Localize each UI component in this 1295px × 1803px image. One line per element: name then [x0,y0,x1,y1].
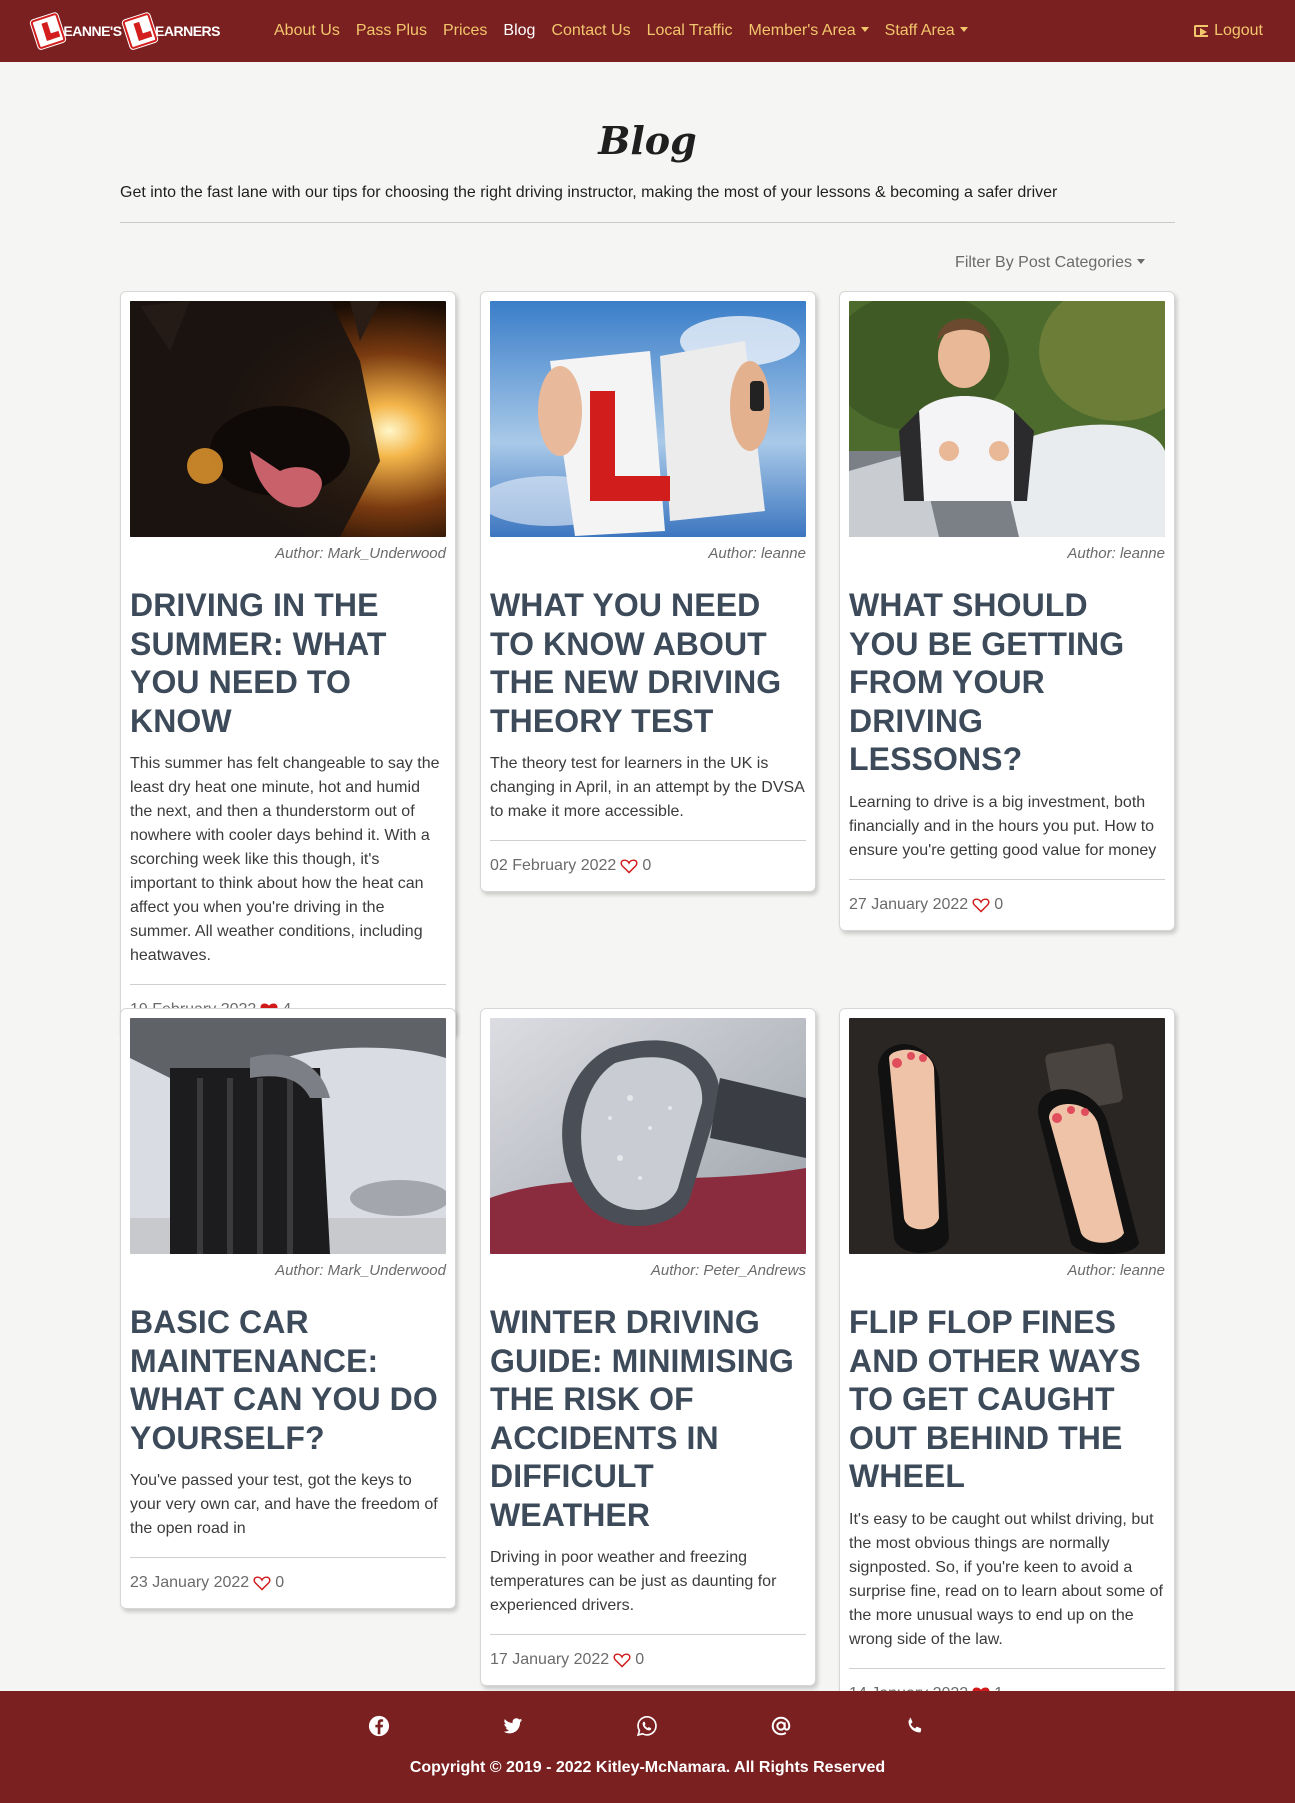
post-card[interactable]: Author: leanne WHAT SHOULD YOU BE GETTIN… [839,291,1175,931]
nav-staff-area-dropdown[interactable]: Staff Area [885,22,968,40]
post-likes: 0 [275,1574,285,1591]
post-likes: 0 [635,1651,645,1668]
post-author: Author: Peter_Andrews [650,1262,806,1279]
post-card[interactable]: Author: Peter_Andrews WINTER DRIVING GUI… [480,1008,816,1686]
post-title[interactable]: WHAT YOU NEED TO KNOW ABOUT THE NEW DRIV… [490,586,806,740]
teen-thumbs-up-photo[interactable] [849,301,1165,537]
flip-flops-pedal-photo[interactable] [849,1018,1165,1254]
post-meta: 02 February 2022 0 [490,841,806,891]
caret-down-icon [1137,259,1145,264]
post-excerpt: The theory test for learners in the UK i… [490,755,804,820]
post-card[interactable]: Author: leanne WHAT YOU NEED TO KNOW ABO… [480,291,816,892]
post-author: Author: Mark_Underwood [275,1262,446,1279]
page-title: Blog [598,118,697,163]
post-author: Author: leanne [708,545,806,562]
filter-categories-dropdown[interactable]: Filter By Post Categories [955,254,1145,272]
brand-word-2: EARNERS [155,23,220,39]
post-card[interactable]: Author: leanne FLIP FLOP FINES AND OTHER… [839,1008,1175,1720]
page-intro: Get into the fast lane with our tips for… [120,184,1058,201]
nav-local-traffic[interactable]: Local Traffic [647,22,733,40]
main-nav: About Us Pass Plus Prices Blog Contact U… [274,0,968,62]
post-title[interactable]: FLIP FLOP FINES AND OTHER WAYS TO GET CA… [849,1303,1165,1496]
whatsapp-icon[interactable] [636,1715,658,1737]
post-excerpt: Learning to drive is a big investment, b… [849,793,1157,859]
nav-pass-plus[interactable]: Pass Plus [356,22,427,40]
at-sign-email-icon[interactable] [770,1715,792,1737]
heart-outline-icon[interactable] [253,1575,271,1591]
sign-out-icon [1194,25,1209,37]
brand-logo[interactable]: EANNE'S EARNERS [30,12,224,50]
filter-label: Filter By Post Categories [955,254,1132,271]
post-date: 02 February 2022 [490,857,617,874]
post-excerpt: You've passed your test, got the keys to… [130,1472,438,1537]
caret-down-icon [959,27,968,32]
twitter-icon[interactable] [502,1715,524,1737]
phone-icon[interactable] [904,1715,926,1737]
nav-members-area-dropdown[interactable]: Member's Area [749,22,869,40]
heart-outline-icon[interactable] [972,897,990,913]
brand-word-1: EANNE'S [63,23,122,39]
header-divider [120,222,1175,223]
post-author: Author: leanne [1067,545,1165,562]
post-date: 17 January 2022 [490,1651,610,1668]
nav-staff-area-label: Staff Area [884,22,955,39]
post-excerpt: This summer has felt changeable to say t… [130,755,440,964]
post-meta: 27 January 2022 0 [849,880,1165,930]
post-date: 27 January 2022 [849,895,969,913]
logout-link[interactable]: Logout [1194,0,1263,62]
l-plate-icon [121,12,158,50]
post-title[interactable]: WHAT SHOULD YOU BE GETTING FROM YOUR DRI… [849,586,1165,779]
post-excerpt: It's easy to be caught out whilst drivin… [849,1510,1163,1648]
site-footer: Copyright © 2019 - 2022 Kitley-McNamara.… [0,1691,1295,1803]
nav-prices[interactable]: Prices [443,22,487,40]
l-plate-ripped-photo[interactable] [490,301,806,537]
post-title[interactable]: WINTER DRIVING GUIDE: MINIMISING THE RIS… [490,1303,806,1534]
facebook-icon[interactable] [368,1715,390,1737]
post-excerpt: Driving in poor weather and freezing tem… [490,1549,777,1614]
post-likes: 0 [642,857,652,874]
post-card[interactable]: Author: Mark_Underwood BASIC CAR MAINTEN… [120,1008,456,1609]
post-card[interactable]: Author: Mark_Underwood DRIVING IN THE SU… [120,291,456,1036]
frosty-mirror-photo[interactable] [490,1018,806,1254]
post-author: Author: Mark_Underwood [275,545,446,562]
post-likes: 0 [994,895,1004,913]
caret-down-icon [860,27,869,32]
copyright-text: Copyright © 2019 - 2022 Kitley-McNamara.… [409,1759,886,1776]
nav-blog[interactable]: Blog [503,22,535,40]
nav-members-area-label: Member's Area [748,22,856,39]
post-title[interactable]: BASIC CAR MAINTENANCE: WHAT CAN YOU DO Y… [130,1303,446,1457]
l-plate-icon [30,12,67,50]
post-title[interactable]: DRIVING IN THE SUMMER: WHAT YOU NEED TO … [130,586,446,740]
post-meta: 17 January 2022 0 [490,1635,806,1685]
heart-outline-icon[interactable] [613,1652,631,1668]
car-tyre-photo[interactable] [130,1018,446,1254]
top-navbar: EANNE'S EARNERS About Us Pass Plus Price… [0,0,1295,62]
logout-label: Logout [1214,22,1263,39]
post-author: Author: leanne [1067,1262,1165,1279]
dog-in-car-photo[interactable] [130,301,446,537]
post-meta: 23 January 2022 0 [130,1558,446,1608]
social-icons [0,1715,1295,1741]
nav-about-us[interactable]: About Us [274,22,340,40]
heart-outline-icon[interactable] [620,858,638,874]
nav-contact-us[interactable]: Contact Us [551,22,630,40]
post-date: 23 January 2022 [130,1574,250,1591]
